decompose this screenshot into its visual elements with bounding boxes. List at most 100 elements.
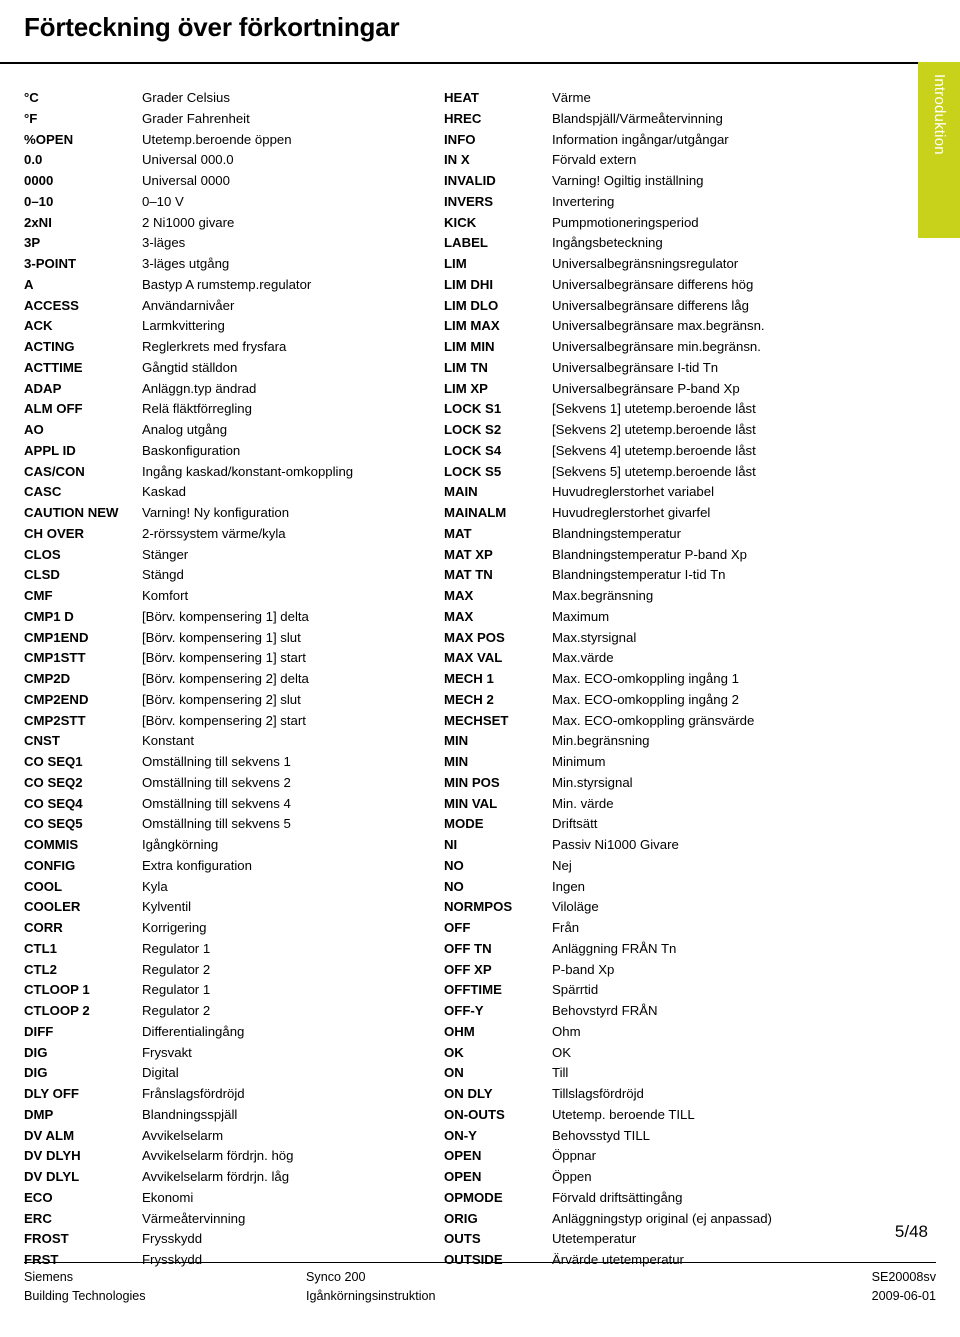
abbreviation-row: CMP2STT [Börv. kompensering 2] start xyxy=(24,711,444,732)
abbreviation-definition: Frysvakt xyxy=(142,1044,192,1060)
footer-company: Siemens xyxy=(24,1270,73,1284)
abbreviation-row: CTLOOP 1 Regulator 1 xyxy=(24,980,444,1001)
abbreviation-definition: [Börv. kompensering 2] delta xyxy=(142,671,309,686)
page-footer: Siemens Synco 200 SE20008sv Building Tec… xyxy=(24,1268,936,1306)
abbreviation-row: MAX VAL Max.värde xyxy=(444,648,874,669)
abbreviation-row: %OPEN Utetemp.beroende öppen xyxy=(24,130,444,151)
abbreviation-row: OFF-Y Behovstyrd FRÅN xyxy=(444,1001,874,1022)
abbreviation-row: LIM MAX Universalbegränsare max.begränsn. xyxy=(444,316,874,337)
abbreviation-term: CTLOOP 1 xyxy=(24,982,90,998)
abbreviation-row: DIFF Differentialingång xyxy=(24,1022,444,1043)
abbreviation-term: DIG xyxy=(24,1044,48,1060)
abbreviation-row: 2xNI 2 Ni1000 givare xyxy=(24,213,444,234)
abbreviation-term: ACTTIME xyxy=(24,359,83,375)
abbreviation-row: LIM TN Universalbegränsare I-tid Tn xyxy=(444,358,874,379)
abbreviation-definition: Relä fläktförregling xyxy=(142,401,252,417)
abbreviation-definition: Blandspjäll/Värmeåtervinning xyxy=(552,110,723,126)
section-tab-label: Introduktion xyxy=(931,74,948,155)
abbreviation-definition: [Sekvens 4] utetemp.beroende låst xyxy=(552,442,756,458)
abbreviation-term: ECO xyxy=(24,1189,53,1205)
abbreviation-term: CMP2END xyxy=(24,691,89,707)
abbreviation-definition: Ingång kaskad/konstant-omkoppling xyxy=(142,463,354,479)
abbreviation-definition: Ohm xyxy=(552,1023,581,1039)
abbreviation-term: ERC xyxy=(24,1210,52,1226)
abbreviation-term: 0000 xyxy=(24,173,54,188)
abbreviation-term: IN X xyxy=(444,152,470,168)
abbreviation-term: CAUTION NEW xyxy=(24,505,119,520)
abbreviation-definition: Universalbegränsare I-tid Tn xyxy=(552,359,719,375)
abbreviation-term: NI xyxy=(444,837,458,852)
abbreviation-row: OFF TN Anläggning FRÅN Tn xyxy=(444,939,874,960)
abbreviation-row: LABEL Ingångsbeteckning xyxy=(444,233,874,254)
abbreviation-term: MECH 2 xyxy=(444,691,494,707)
abbreviation-definition: Stänger xyxy=(142,546,189,562)
abbreviation-row: CO SEQ4 Omställning till sekvens 4 xyxy=(24,794,444,815)
abbreviation-row: MAINALM Huvudreglerstorhet givarfel xyxy=(444,503,874,524)
abbreviation-row: MECH 2 Max. ECO-omkoppling ingång 2 xyxy=(444,690,874,711)
abbreviation-row: DMP Blandningsspjäll xyxy=(24,1105,444,1126)
abbreviation-definition: Viloläge xyxy=(552,899,599,915)
abbreviation-definition: Anläggn.typ ändrad xyxy=(142,380,257,396)
abbreviation-definition: 2-rörssystem värme/kyla xyxy=(142,525,286,541)
abbreviation-definition: Differentialingång xyxy=(142,1023,245,1039)
section-tab: Introduktion xyxy=(918,62,960,238)
abbreviation-term: CORR xyxy=(24,920,63,935)
abbreviation-row: INVALID Varning! Ogiltig inställning xyxy=(444,171,874,192)
abbreviation-term: MAT TN xyxy=(444,567,493,583)
abbreviation-row: DV ALM Avvikelselarm xyxy=(24,1126,444,1147)
abbreviation-definition: Omställning till sekvens 5 xyxy=(142,816,291,832)
abbreviation-row: ON-Y Behovsstyd TILL xyxy=(444,1126,874,1147)
abbreviation-row: OPEN Öppen xyxy=(444,1167,874,1188)
abbreviation-definition: Universalbegränsare min.begränsn. xyxy=(552,339,761,354)
abbreviation-definition: Varning! Ogiltig inställning xyxy=(552,173,704,188)
abbreviation-row: CO SEQ5 Omställning till sekvens 5 xyxy=(24,814,444,835)
abbreviation-term: LOCK S1 xyxy=(444,401,502,417)
abbreviation-row: APPL ID Baskonfiguration xyxy=(24,441,444,462)
abbreviation-row: OHM Ohm xyxy=(444,1022,874,1043)
abbreviation-term: ON-OUTS xyxy=(444,1106,505,1122)
abbreviation-term: COOL xyxy=(24,878,63,894)
abbreviation-row: CO SEQ2 Omställning till sekvens 2 xyxy=(24,773,444,794)
document-page: Förteckning över förkortningar Introdukt… xyxy=(0,0,960,1337)
abbreviation-term: MIN VAL xyxy=(444,795,498,811)
abbreviation-term: 0.0 xyxy=(24,152,43,168)
abbreviation-definition: Regulator 2 xyxy=(142,1003,211,1018)
abbreviation-term: CAS/CON xyxy=(24,463,85,479)
abbreviation-definition: Utetemp.beroende öppen xyxy=(142,131,292,147)
abbreviation-definition: [Börv. kompensering 1] slut xyxy=(142,629,301,645)
abbreviation-term: AO xyxy=(24,422,44,437)
abbreviation-row: 3-POINT 3-läges utgång xyxy=(24,254,444,275)
abbreviation-term: CNST xyxy=(24,733,60,749)
abbreviation-term: NO xyxy=(444,878,464,894)
abbreviation-term: ON-Y xyxy=(444,1127,477,1143)
abbreviation-row: OFF Från xyxy=(444,918,874,939)
abbreviation-definition: Min.begränsning xyxy=(552,733,650,749)
abbreviation-definition: Värmeåtervinning xyxy=(142,1210,246,1226)
abbreviation-term: OK xyxy=(444,1044,464,1060)
abbreviation-definition: Max. ECO-omkoppling ingång 1 xyxy=(552,671,739,686)
abbreviation-definition: Förvald extern xyxy=(552,152,637,168)
abbreviation-term: OUTS xyxy=(444,1231,481,1247)
abbreviation-term: CMF xyxy=(24,588,53,603)
abbreviation-definition: 3-läges utgång xyxy=(142,256,230,271)
abbreviation-definition: Öppnar xyxy=(552,1148,596,1164)
abbreviation-definition: Regulator 2 xyxy=(142,961,211,977)
abbreviation-definition: [Börv. kompensering 2] slut xyxy=(142,691,301,707)
abbreviation-term: CO SEQ4 xyxy=(24,795,83,811)
abbreviation-row: LOCK S5 [Sekvens 5] utetemp.beroende låst xyxy=(444,462,874,483)
abbreviation-term: INFO xyxy=(444,131,476,147)
abbreviation-row: NI Passiv Ni1000 Givare xyxy=(444,835,874,856)
abbreviation-row: OPMODE Förvald driftsättingång xyxy=(444,1188,874,1209)
abbreviation-column-right: HEAT Värme HREC Blandspjäll/Värmeåtervinnin… xyxy=(444,88,874,1271)
abbreviation-term: DV DLYH xyxy=(24,1148,81,1164)
abbreviation-definition: Kaskad xyxy=(142,484,186,500)
abbreviation-term: MIN POS xyxy=(444,774,500,790)
abbreviation-definition: [Börv. kompensering 1] start xyxy=(142,650,306,666)
abbreviation-term: OPMODE xyxy=(444,1189,503,1205)
abbreviation-term: LIM DHI xyxy=(444,276,494,292)
abbreviation-term: ORIG xyxy=(444,1210,478,1226)
abbreviation-definition: [Sekvens 2] utetemp.beroende låst xyxy=(552,422,756,437)
abbreviation-definition: Information ingångar/utgångar xyxy=(552,131,729,147)
abbreviation-definition: Minimum xyxy=(552,754,606,769)
abbreviation-row: °C Grader Celsius xyxy=(24,88,444,109)
